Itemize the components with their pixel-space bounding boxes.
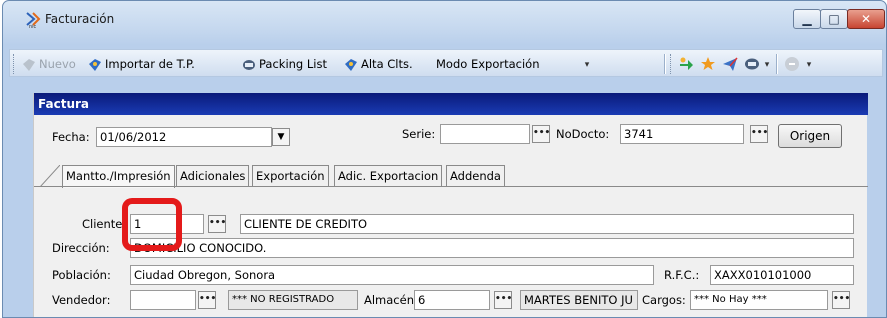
add-client-icon — [345, 58, 357, 71]
almacen-lookup-button[interactable]: ••• — [494, 291, 512, 309]
tools-dropdown[interactable]: ▾ — [762, 57, 772, 73]
rfc-field[interactable]: XAXX010101000 — [710, 265, 854, 285]
vendedor-field[interactable] — [130, 290, 196, 310]
poblacion-field[interactable]: Ciudad Obregon, Sonora — [130, 265, 654, 285]
fecha-field[interactable]: 01/06/2012 — [96, 127, 272, 147]
maximize-button[interactable]: □ — [820, 9, 848, 29]
alta-clientes-button[interactable]: Alta Clts. — [344, 55, 413, 73]
direccion-label: Dirección: — [52, 241, 110, 255]
close-button[interactable]: ✕ — [847, 9, 885, 29]
toolbar-separator-2 — [776, 54, 778, 74]
importar-button[interactable]: Importar de T.P. — [88, 55, 195, 73]
nuevo-button[interactable]: Nuevo — [22, 55, 76, 73]
tab-exportacion[interactable]: Exportación — [252, 165, 329, 187]
star-icon[interactable] — [700, 56, 716, 72]
almacen-field[interactable]: 6 — [414, 290, 490, 310]
factura-header: Factura — [34, 93, 868, 115]
importar-label: Importar de T.P. — [105, 57, 195, 71]
modo-exportacion-button[interactable]: Modo Exportación — [436, 55, 539, 73]
svg-text:nic: nic — [29, 24, 37, 29]
toolbar-overflow-dropdown[interactable]: ▾ — [582, 57, 592, 73]
truck-icon — [243, 59, 255, 70]
toolbar-separator — [664, 54, 666, 74]
toolbar: Nuevo Importar de T.P. Packing List Alta… — [9, 49, 883, 77]
tab-adicionales[interactable]: Adicionales — [176, 165, 250, 187]
cargos-field[interactable]: *** No Hay *** — [690, 290, 828, 310]
cliente-lookup-button[interactable]: ••• — [208, 215, 226, 233]
alta-clientes-label: Alta Clts. — [361, 57, 413, 71]
serie-lookup-button[interactable]: ••• — [532, 125, 550, 143]
nodocto-label: NoDocto: — [556, 127, 610, 141]
toolbar-grip[interactable] — [13, 54, 16, 74]
disabled-action-icon — [785, 57, 799, 71]
almacen-label: Almacén: — [364, 293, 418, 307]
extra-dropdown[interactable]: ▾ — [804, 57, 814, 73]
fecha-dropdown-icon[interactable]: ▼ — [272, 128, 290, 146]
almacen-name-field: MARTES BENITO JU — [520, 290, 638, 310]
window-title: Facturación — [45, 12, 115, 26]
nodocto-field[interactable]: 3741 — [620, 124, 744, 144]
print-icon[interactable] — [744, 56, 760, 72]
vendedor-lookup-button[interactable]: ••• — [198, 291, 216, 309]
nuevo-icon — [23, 58, 35, 71]
factura-panel: Factura Fecha: 01/06/2012 ▼ Serie: ••• N… — [33, 93, 868, 317]
direccion-field[interactable]: DOMICILIO CONOCIDO. — [130, 238, 854, 258]
tab-adic-exportacion[interactable]: Adic. Exportacion — [334, 165, 443, 187]
packing-list-label: Packing List — [259, 57, 327, 71]
cargos-lookup-button[interactable]: ••• — [832, 291, 850, 309]
tab-addenda[interactable]: Addenda — [446, 165, 505, 187]
rfc-label: R.F.C.: — [664, 268, 700, 282]
nuevo-label: Nuevo — [39, 57, 76, 71]
tab-mantto-impresion[interactable]: Mantto./Impresión — [62, 165, 175, 188]
toolbar-grip-2[interactable] — [670, 54, 673, 74]
import-icon — [89, 58, 101, 71]
cliente-id-field[interactable]: 1 — [130, 214, 204, 234]
invoice-app-icon: nic — [26, 12, 41, 29]
modo-exportacion-label: Modo Exportación — [436, 57, 540, 71]
serie-field[interactable] — [440, 124, 530, 144]
cliente-label: Cliente — [82, 217, 123, 231]
nodocto-lookup-button[interactable]: ••• — [750, 125, 768, 143]
serie-label: Serie: — [402, 127, 436, 141]
tab-divider — [34, 186, 868, 187]
vendedor-name-field: *** NO REGISTRADO — [228, 290, 358, 310]
vendedor-label: Vendedor: — [52, 293, 111, 307]
poblacion-label: Población: — [52, 268, 111, 282]
minimize-button[interactable]: ▁ — [793, 9, 821, 29]
facturacion-window: nic Facturación ▁ □ ✕ Nuevo Importar de … — [2, 0, 887, 318]
send-icon[interactable] — [722, 56, 738, 72]
fecha-label: Fecha: — [52, 130, 90, 144]
packing-list-button[interactable]: Packing List — [242, 55, 327, 73]
arrow-right-icon[interactable] — [678, 56, 694, 72]
origen-button[interactable]: Origen — [778, 124, 842, 148]
tab-strip: Mantto./Impresión Adicionales Exportació… — [34, 165, 868, 188]
title-bar[interactable]: nic Facturación ▁ □ ✕ — [3, 1, 886, 41]
cargos-label: Cargos: — [642, 293, 686, 307]
cliente-name-field[interactable]: CLIENTE DE CREDITO — [240, 214, 854, 234]
